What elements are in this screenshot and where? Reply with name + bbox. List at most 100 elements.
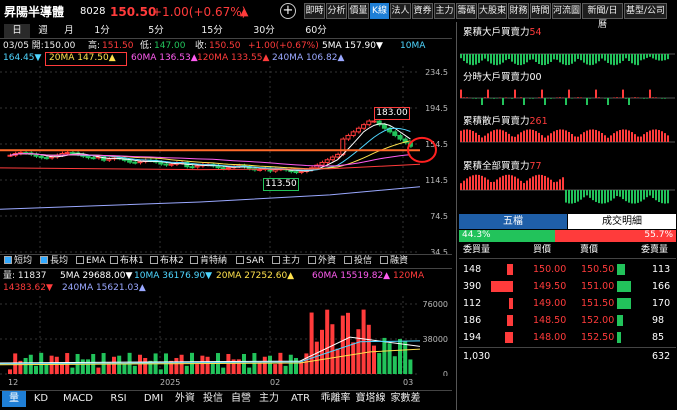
bid-price[interactable]: 149.00 [533, 299, 566, 309]
bottom-tab-0[interactable]: 量 [2, 391, 26, 407]
checkbox-icon[interactable] [76, 256, 84, 264]
checkbox-icon[interactable] [4, 256, 12, 264]
indicator-9[interactable]: 投信 [344, 255, 372, 267]
bottom-tab-3[interactable]: RSI [102, 391, 135, 407]
histogram-bar [562, 129, 564, 142]
checkbox-icon[interactable] [110, 256, 118, 264]
bottom-tab-12[interactable]: 家數差 [389, 391, 422, 407]
tab-five-levels[interactable]: 五檔 [459, 214, 567, 229]
bottom-tab-8[interactable]: 主力 [256, 391, 282, 407]
timeframe-6[interactable]: 30分 [244, 24, 284, 38]
ask-price[interactable]: 151.00 [581, 282, 614, 292]
tab-trade-detail[interactable]: 成交明細 [568, 214, 676, 229]
checkbox-icon[interactable] [272, 256, 280, 264]
histogram-bar [472, 175, 474, 190]
indicator-7[interactable]: 主力 [272, 255, 300, 267]
indicator-3[interactable]: 布林1 [110, 255, 144, 267]
timeframe-4[interactable]: 5分 [136, 24, 176, 38]
toolbar-tab-12[interactable]: 新聞/日曆 [582, 3, 623, 30]
toolbar-tab-2[interactable]: 價量 [348, 3, 369, 19]
checkbox-icon[interactable] [40, 256, 48, 264]
histogram-bar [475, 54, 477, 65]
histogram-bar [487, 133, 489, 142]
toolbar-tab-10[interactable]: 時間 [530, 3, 551, 19]
histogram-bar [655, 129, 657, 142]
histogram-bar [487, 179, 489, 190]
bottom-tab-4[interactable]: DMI [137, 391, 170, 407]
indicator-4[interactable]: 布林2 [150, 255, 184, 267]
bid-price[interactable]: 148.50 [533, 316, 566, 326]
toolbar-tab-0[interactable]: 即時 [304, 3, 325, 19]
indicator-0[interactable]: 短均 [4, 255, 32, 267]
timeframe-5[interactable]: 15分 [192, 24, 232, 38]
histogram-bar [484, 54, 486, 59]
toolbar-tab-6[interactable]: 主力 [434, 3, 455, 19]
volume-bar [325, 309, 330, 374]
bottom-tab-11[interactable]: 寶塔線 [354, 391, 387, 407]
volume-axis-tick: 76000 [423, 300, 448, 309]
indicator-5[interactable]: 肯特納 [190, 255, 227, 267]
bid-price[interactable]: 150.00 [533, 265, 566, 275]
price-chart[interactable]: 234.5194.5154.5114.574.534.5 [0, 66, 452, 254]
price-axis-tick: 234.5 [425, 68, 448, 77]
checkbox-icon[interactable] [380, 256, 388, 264]
bottom-tab-2[interactable]: MACD [56, 391, 100, 407]
ask-price[interactable]: 152.00 [581, 316, 614, 326]
timeframe-0[interactable]: 日 [4, 24, 30, 38]
bottom-tab-5[interactable]: 外資 [172, 391, 198, 407]
timeframe-7[interactable]: 60分 [296, 24, 336, 38]
toolbar-tab-4[interactable]: 法人 [390, 3, 411, 19]
toolbar-tab-13[interactable]: 基型/公司 [624, 3, 667, 19]
checkbox-icon[interactable] [344, 256, 352, 264]
histogram-bar [589, 98, 591, 99]
indicator-6[interactable]: SAR [236, 255, 264, 267]
ask-depth-bar [617, 281, 631, 292]
candle [38, 155, 44, 159]
bottom-tab-9[interactable]: ATR [284, 391, 317, 407]
indicator-10[interactable]: 融資 [380, 255, 408, 267]
timeframe-3[interactable]: 1分 [82, 24, 122, 38]
toolbar-tab-3[interactable]: K線 [370, 3, 389, 19]
ask-price[interactable]: 152.50 [581, 333, 614, 343]
histogram-bar [532, 98, 534, 99]
histogram-bar [514, 54, 516, 64]
indicator-8[interactable]: 外資 [308, 255, 336, 267]
histogram-bar [487, 54, 489, 62]
timeframe-2[interactable]: 月 [56, 24, 82, 38]
bid-price[interactable]: 148.00 [533, 333, 566, 343]
bottom-tab-6[interactable]: 投信 [200, 391, 226, 407]
toolbar-tab-7[interactable]: 籌碼 [456, 3, 477, 19]
checkbox-icon[interactable] [150, 256, 158, 264]
indicator-1[interactable]: 長均 [40, 255, 68, 267]
indicator-label: 主力 [282, 256, 301, 266]
retail-cum-title: 累積散戶買賣力261 [463, 116, 548, 127]
bottom-tab-10[interactable]: 乖離率 [319, 391, 352, 407]
bid-price[interactable]: 149.50 [533, 282, 566, 292]
histogram-bar [466, 178, 468, 190]
histogram-bar [535, 131, 537, 142]
checkbox-icon[interactable] [308, 256, 316, 264]
histogram-bar [514, 176, 516, 190]
total-bid-vol: 1,030 [463, 351, 491, 362]
indicator-label: 短均 [14, 256, 33, 266]
checkbox-icon[interactable] [236, 256, 244, 264]
indicator-2[interactable]: EMA [76, 255, 106, 267]
volume-bar [257, 362, 262, 374]
add-icon[interactable]: + [280, 3, 296, 19]
volume-bar [262, 356, 267, 374]
checkbox-icon[interactable] [190, 256, 198, 264]
histogram-bar [622, 129, 624, 142]
ask-price[interactable]: 151.50 [581, 299, 614, 309]
bottom-tab-7[interactable]: 自營 [228, 391, 254, 407]
toolbar-tab-1[interactable]: 分析 [326, 3, 347, 19]
toolbar-tab-8[interactable]: 大股東 [478, 3, 507, 19]
bottom-tab-1[interactable]: KD [28, 391, 54, 407]
ask-price[interactable]: 150.50 [581, 265, 614, 275]
histogram-bar [589, 54, 591, 66]
toolbar-tab-11[interactable]: 河流圖 [552, 3, 581, 19]
volume-chart[interactable]: 76000 38000 0 [0, 296, 452, 376]
histogram-bar [640, 136, 642, 142]
toolbar-tab-9[interactable]: 財務 [508, 3, 529, 19]
timeframe-1[interactable]: 週 [30, 24, 56, 38]
toolbar-tab-5[interactable]: 資券 [412, 3, 433, 19]
